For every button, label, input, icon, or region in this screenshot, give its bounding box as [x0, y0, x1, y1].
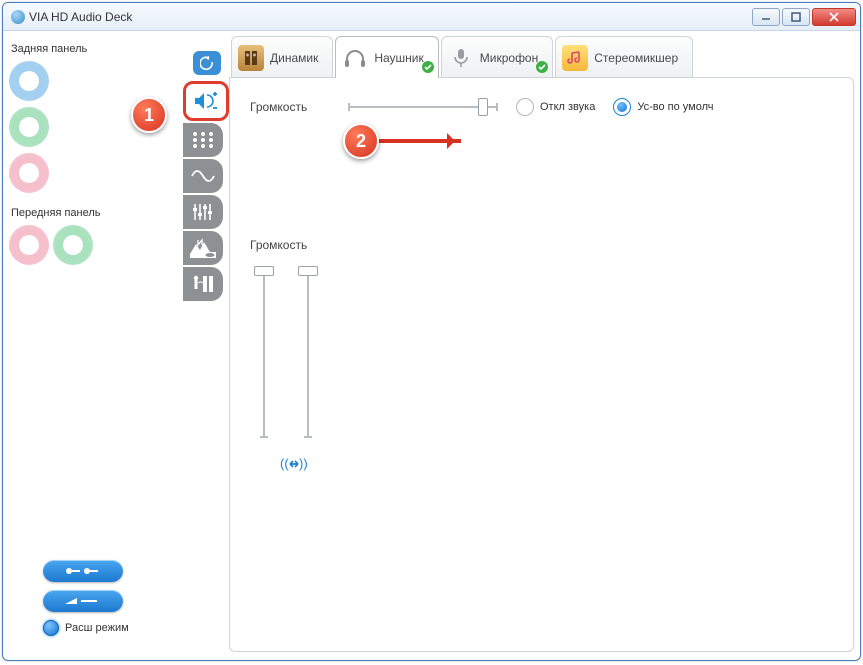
- room-tab-button[interactable]: [183, 267, 223, 301]
- radio-off-icon: [516, 98, 534, 116]
- room-icon: [191, 274, 215, 294]
- info-icon: [63, 595, 103, 607]
- tab-speaker-label: Динамик: [270, 51, 318, 65]
- titlebar[interactable]: VIA HD Audio Deck: [3, 3, 860, 31]
- jack-rear-line-out[interactable]: [9, 107, 49, 147]
- svg-text:((: ((: [280, 456, 289, 471]
- tab-stereomix-label: Стереомикшер: [594, 51, 678, 65]
- maximize-button[interactable]: [782, 8, 810, 26]
- mute-radio[interactable]: Откл звука: [516, 98, 595, 116]
- tab-mic[interactable]: Микрофон: [441, 36, 553, 78]
- slider-thumb[interactable]: [254, 266, 274, 276]
- window-title: VIA HD Audio Deck: [29, 10, 132, 24]
- left-channel-slider[interactable]: [256, 268, 272, 438]
- app-window: VIA HD Audio Deck Задняя панель: [2, 2, 861, 661]
- connector-icon: [63, 565, 103, 577]
- scene-icon: [190, 238, 216, 258]
- slider-thumb[interactable]: [298, 266, 318, 276]
- mute-label: Откл звука: [540, 101, 595, 113]
- jack-front-headphone[interactable]: [53, 225, 93, 265]
- back-icon: [200, 56, 214, 70]
- app-icon: [11, 10, 25, 24]
- volume-plus-icon: [193, 90, 219, 112]
- mode-label: Расш режим: [65, 622, 129, 634]
- rear-panel-label: Задняя панель: [11, 43, 175, 55]
- channel-volume-label: Громкость: [250, 238, 307, 252]
- wave-tab-button[interactable]: [183, 159, 223, 193]
- jack-rear-line-in[interactable]: [9, 61, 49, 101]
- svg-text:)): )): [299, 456, 308, 471]
- tab-mic-label: Микрофон: [480, 51, 538, 65]
- tab-speaker[interactable]: Динамик: [231, 36, 333, 78]
- volume-tab-button[interactable]: [183, 81, 229, 121]
- active-check-icon: [422, 61, 434, 76]
- default-device-radio[interactable]: Ус-во по умолч: [613, 98, 713, 116]
- jack-front-mic[interactable]: [9, 225, 49, 265]
- category-strip: [183, 31, 229, 660]
- matrix-icon: [192, 131, 214, 149]
- active-check-icon: [536, 61, 548, 76]
- tab-stereomix[interactable]: Стереомикшер: [555, 36, 693, 78]
- headphone-icon: [342, 45, 368, 71]
- sidebar: Задняя панель Передняя панель: [3, 31, 183, 660]
- mode-dial-icon: [43, 620, 59, 636]
- slider-thumb[interactable]: [478, 98, 488, 116]
- content-panel: Громкость Откл звука Ус-во по умолч: [229, 77, 854, 652]
- link-channels-button[interactable]: (( )): [280, 456, 833, 475]
- tab-headphone-label: Наушник: [374, 51, 423, 65]
- master-volume-slider[interactable]: [348, 99, 498, 115]
- scene-tab-button[interactable]: [183, 231, 223, 265]
- right-channel-slider[interactable]: [300, 268, 316, 438]
- jack-rear-mic[interactable]: [9, 153, 49, 193]
- back-button[interactable]: [193, 51, 221, 75]
- default-label: Ус-во по умолч: [637, 101, 713, 113]
- equalizer-icon: [192, 203, 214, 221]
- info-button[interactable]: [43, 590, 123, 612]
- close-button[interactable]: [812, 8, 856, 26]
- speaker-icon: [238, 45, 264, 71]
- slider-track: [263, 268, 265, 438]
- radio-on-icon: [613, 98, 631, 116]
- front-panel-label: Передняя панель: [11, 207, 175, 219]
- slider-track: [348, 106, 498, 108]
- mic-icon: [448, 45, 474, 71]
- minimize-button[interactable]: [752, 8, 780, 26]
- slider-track: [307, 268, 309, 438]
- equalizer-tab-button[interactable]: [183, 195, 223, 229]
- stereomix-icon: [562, 45, 588, 71]
- main-area: Динамик Наушник: [229, 31, 860, 660]
- tab-headphone[interactable]: Наушник: [335, 36, 438, 78]
- advanced-mode-toggle[interactable]: Расш режим: [43, 620, 129, 636]
- connector-settings-button[interactable]: [43, 560, 123, 582]
- link-channels-icon: (( )): [280, 456, 308, 472]
- sine-icon: [191, 168, 215, 184]
- matrix-tab-button[interactable]: [183, 123, 223, 157]
- device-tabs: Динамик Наушник: [231, 35, 854, 77]
- volume-label: Громкость: [250, 100, 330, 114]
